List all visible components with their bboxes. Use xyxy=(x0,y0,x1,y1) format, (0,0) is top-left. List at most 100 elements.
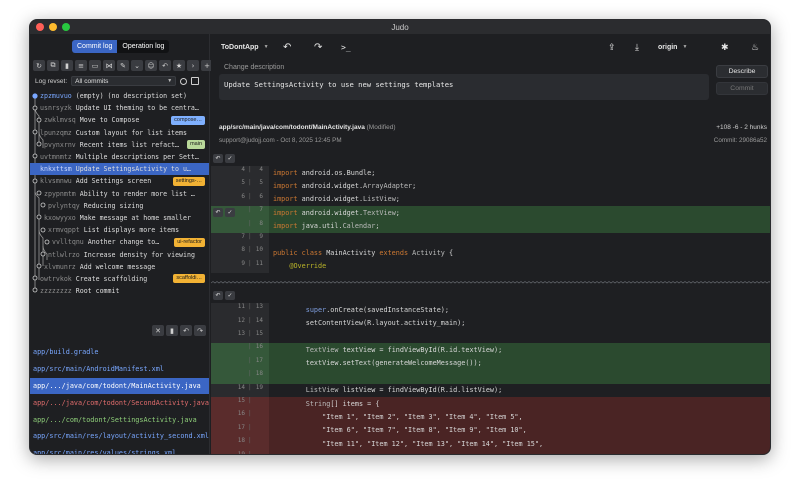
revset-select[interactable]: All commits ▼ xyxy=(71,76,177,86)
line-gutter: 12 | 14 xyxy=(211,316,269,330)
description-input[interactable]: Update SettingsActivity to use new setti… xyxy=(219,74,709,100)
commit-id: kxowyyxo xyxy=(44,213,76,222)
check-icon[interactable]: ✓ xyxy=(225,291,235,301)
split-icon[interactable]: ⋈ xyxy=(103,60,115,71)
new-line-number: 9 xyxy=(259,233,263,240)
commit-button[interactable]: Commit xyxy=(716,82,768,95)
new-line-number: 13 xyxy=(255,303,263,311)
title-bar: Judo xyxy=(30,20,770,34)
commit-row[interactable]: usnrsyzk Update UI theming to be centra… xyxy=(30,102,209,114)
code-text: setContentView(R.layout.activity_main); xyxy=(273,319,466,328)
file-item[interactable]: app/build.gradle xyxy=(30,344,209,361)
commit-row[interactable]: zpzmuvuo (empty) (no description set) xyxy=(30,90,209,102)
commit-id: zwklmvsq xyxy=(44,116,76,125)
revert-icon[interactable]: ↶ xyxy=(213,154,223,163)
check-icon[interactable]: ✓ xyxy=(225,208,235,218)
trash-icon[interactable]: ▮ xyxy=(166,325,178,336)
code-text: public class MainActivity extends Activi… xyxy=(273,249,454,258)
code-text: import java.util.Calendar; xyxy=(273,222,380,231)
minimize-window-button[interactable] xyxy=(49,23,57,31)
file-item[interactable]: app/.../java/com/todont/MainActivity.jav… xyxy=(30,377,209,395)
commit-id: pvlyntqy xyxy=(48,201,80,210)
redo-icon[interactable]: ↷ xyxy=(194,325,206,336)
commit-description: Ability to render more list … xyxy=(79,189,195,198)
close-icon[interactable]: ✕ xyxy=(152,325,164,336)
file-item[interactable]: app/src/main/AndroidManifest.xml xyxy=(30,361,209,378)
code-text: "Item 6", "Item 7", "Item 8", "Item 9", … xyxy=(273,426,527,435)
line-gutter: 7 | 9 xyxy=(211,233,269,247)
old-line-number: 15 xyxy=(237,397,245,404)
commit-description: Multiple descriptions per Sett… xyxy=(75,153,199,162)
commit-row[interactable]: owtrvkok Create scaffolding scaffoldi… xyxy=(30,273,209,285)
person-icon[interactable]: ☺ xyxy=(145,60,157,71)
zoom-window-button[interactable] xyxy=(62,23,70,31)
commit-row[interactable]: uvtmnmtz Multiple descriptions per Sett… xyxy=(30,151,209,163)
undo-icon[interactable]: ↶ xyxy=(159,60,171,71)
file-item[interactable]: app/.../java/com/todont/SecondActivity.j… xyxy=(30,394,209,411)
commit-description: Custom layout for list items xyxy=(75,128,187,137)
tab-commit-log[interactable]: Commit log xyxy=(72,40,118,53)
revert-icon[interactable]: ↶ xyxy=(213,208,223,218)
file-item[interactable]: app/.../com/todont/SettingsActivity.java xyxy=(30,411,209,428)
undo-button[interactable]: ↶ xyxy=(283,41,291,53)
line-gutter: 11 | 13 xyxy=(211,303,269,317)
revset-checkbox[interactable] xyxy=(191,77,200,85)
down-icon[interactable]: ⌄ xyxy=(131,60,143,71)
lightbulb-icon[interactable]: ♨ xyxy=(751,41,759,53)
refresh-icon[interactable]: ↻ xyxy=(33,60,45,71)
commit-row[interactable]: zzzzzzzz Root commit xyxy=(30,285,209,297)
remote-selector[interactable]: origin ▼ xyxy=(658,41,687,53)
commit-row[interactable]: lpunzqmz Custom layout for list items xyxy=(30,127,209,139)
hunk-actions: ↶ ✓ xyxy=(213,154,235,163)
commit-row[interactable]: ntlwlrzo Increase density for viewing xyxy=(30,248,209,260)
file-item[interactable]: app/src/main/res/values/strings.xml xyxy=(30,445,209,454)
commit-description: Create scaffolding xyxy=(75,274,148,283)
new-line-number: 18 xyxy=(255,370,263,378)
chevron-icon[interactable]: › xyxy=(187,60,199,71)
tab-operation-log[interactable]: Operation log xyxy=(117,40,170,53)
diff-stats: +108 -6 - 2 hunks xyxy=(716,124,767,131)
edit-icon[interactable]: ✎ xyxy=(117,60,129,71)
diff-view: ↶ ✓ 4 | 4 import android.os.Bundle; 5 | 5 import … xyxy=(211,150,770,454)
commit-row[interactable]: zwklmvsq Move to Compose compose… xyxy=(30,114,209,126)
revert-icon[interactable]: ↶ xyxy=(213,291,223,301)
star-icon[interactable]: ★ xyxy=(173,60,185,71)
repo-selector[interactable]: ToDontApp ▼ xyxy=(221,41,269,53)
code-text: "Item 1", "Item 2", "Item 3", "Item 4", … xyxy=(273,413,523,422)
redo-button[interactable]: ↷ xyxy=(314,41,322,53)
fetch-icon[interactable]: ⤓ xyxy=(635,41,639,53)
commit-row[interactable]: xlvmunrz Add welcome message xyxy=(30,261,209,273)
revset-help-icon[interactable] xyxy=(180,77,188,85)
commit-row[interactable]: klvsmnwu Add Settings screen settings-… xyxy=(30,175,209,187)
commit-row[interactable]: pvlyntqy Reducing sizing xyxy=(30,200,209,212)
diff-line: | 17 textView.setText(generateWelcomeMess… xyxy=(211,356,770,371)
describe-button[interactable]: Describe xyxy=(716,65,768,78)
file-item[interactable]: app/src/main/res/layout/activity_second.… xyxy=(30,428,209,445)
terminal-icon[interactable]: >_ xyxy=(341,41,351,53)
commit-row[interactable]: vvlltqnu Another change to… ui-refactor xyxy=(30,236,209,248)
copy-icon[interactable]: ⧉ xyxy=(47,60,59,71)
line-gutter: 5 | 5 xyxy=(211,179,269,193)
commit-row[interactable]: knkxttsm Update SettingsActivity to u… xyxy=(30,163,209,176)
commit-id: knkxttsm xyxy=(40,165,72,174)
note-icon[interactable]: ≡ xyxy=(75,60,87,71)
file-path: app/src/main/java/com/todont/MainActivit… xyxy=(219,124,396,131)
trash-icon[interactable]: ▮ xyxy=(61,60,73,71)
bug-icon[interactable]: ✱ xyxy=(721,41,729,53)
commit-row[interactable]: kxowyyxo Make message at home smaller xyxy=(30,212,209,224)
commit-row[interactable]: zpypnmtm Ability to render more list … xyxy=(30,188,209,200)
commit-row[interactable]: pvynxrnv Recent items list refact… main xyxy=(30,139,209,151)
commit-id: zzzzzzzz xyxy=(40,287,72,296)
window-controls xyxy=(36,23,70,31)
new-icon[interactable]: ▭ xyxy=(89,60,101,71)
commit-row[interactable]: xrmvqppt List displays more items xyxy=(30,224,209,236)
close-window-button[interactable] xyxy=(36,23,44,31)
push-icon[interactable]: ⇪ xyxy=(608,41,616,53)
commit-id: owtrvkok xyxy=(40,274,72,283)
new-line-number: 15 xyxy=(255,330,263,337)
code-text: "Item 11", "Item 12", "Item 13", "Item 1… xyxy=(273,439,544,448)
undo-icon[interactable]: ↶ xyxy=(180,325,192,336)
check-icon[interactable]: ✓ xyxy=(225,154,235,163)
diff-line: 15 | String[] items = { xyxy=(211,397,770,411)
diff-line: 6 | 6 import android.widget.ListView; xyxy=(211,192,770,207)
